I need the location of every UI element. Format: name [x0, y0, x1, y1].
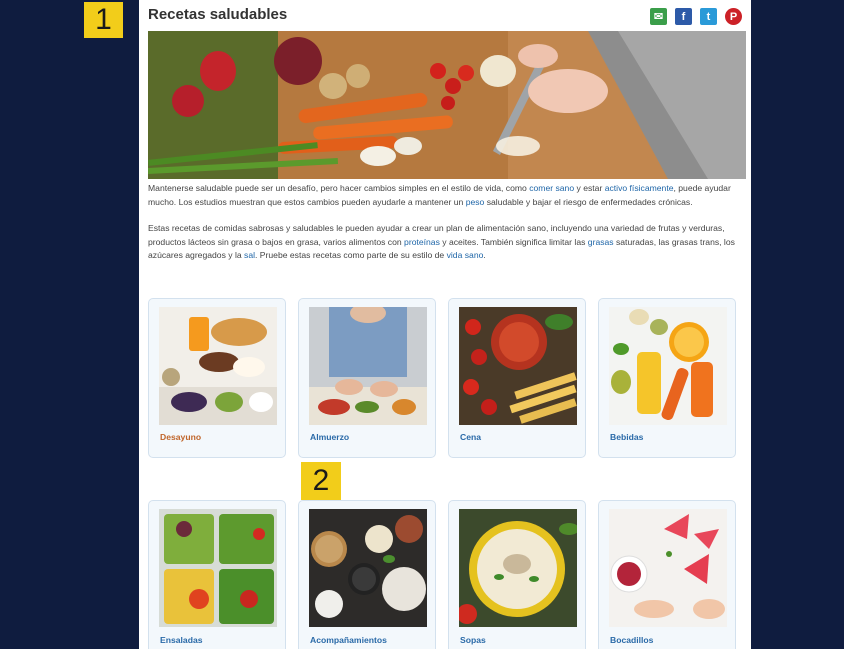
recipe-card-sopas[interactable]: Sopas [448, 500, 586, 649]
recipes-page: Recetas saludables ✉ f t P Mantenerse sa… [139, 0, 751, 649]
recipe-card-almuerzo[interactable]: Almuerzo [298, 298, 436, 458]
side-dishes-image [309, 509, 427, 627]
recipe-card-acompanamientos[interactable]: Acompañamientos [298, 500, 436, 649]
facebook-icon[interactable]: f [675, 8, 692, 25]
share-bar: ✉ f t P [650, 8, 742, 25]
recipe-card-bocadillos[interactable]: Bocadillos [598, 500, 736, 649]
recipe-card-ensaladas[interactable]: Ensaladas [148, 500, 286, 649]
card-label: Bocadillos [610, 635, 654, 645]
link-proteinas[interactable]: proteínas [404, 237, 440, 247]
card-label: Ensaladas [160, 635, 203, 645]
recipe-card-cena[interactable]: Cena [448, 298, 586, 458]
card-label: Almuerzo [310, 432, 350, 442]
salads-image [159, 509, 277, 627]
link-comer-sano[interactable]: comer sano [529, 183, 574, 193]
intro-paragraph-2: Estas recetas de comidas sabrosas y salu… [148, 222, 744, 263]
dinner-image [459, 307, 577, 425]
text-segment: saludable y bajar el riesgo de enfermeda… [484, 196, 693, 207]
lunch-image [309, 307, 427, 425]
recipe-card-bebidas[interactable]: Bebidas [598, 298, 736, 458]
link-vida-sano[interactable]: vida sano [447, 250, 484, 260]
recipe-card-desayuno[interactable]: Desayuno [148, 298, 286, 458]
hero-image-vegetables [148, 31, 746, 179]
card-label: Sopas [460, 635, 486, 645]
text-segment: . Pruebe estas recetas como parte de su … [255, 250, 447, 261]
email-icon[interactable]: ✉ [650, 8, 667, 25]
step-badge-2: 2 [301, 462, 341, 500]
breakfast-image [159, 307, 277, 425]
snacks-image [609, 509, 727, 627]
intro-text: Mantenerse saludable puede ser un desafí… [148, 182, 744, 276]
card-label: Bebidas [610, 432, 644, 442]
page-title: Recetas saludables [148, 6, 288, 23]
drinks-image [609, 307, 727, 425]
intro-paragraph-1: Mantenerse saludable puede ser un desafí… [148, 182, 744, 209]
link-activo-fisicamente[interactable]: activo físicamente [605, 183, 674, 193]
step-badge-1: 1 [84, 2, 123, 38]
link-sal[interactable]: sal [244, 250, 255, 260]
text-segment: y estar [574, 183, 605, 193]
text-segment: Mantenerse saludable puede ser un desafí… [148, 183, 530, 193]
link-peso[interactable]: peso [466, 197, 485, 207]
text-segment: . [483, 250, 486, 261]
page-header: Recetas saludables ✉ f t P [139, 0, 751, 30]
link-grasas[interactable]: grasas [588, 237, 614, 247]
card-label: Desayuno [160, 432, 202, 442]
text-segment: y aceites. También significa limitar las [439, 236, 588, 247]
soups-image [459, 509, 577, 627]
card-label: Acompañamientos [310, 635, 387, 645]
card-label: Cena [460, 432, 482, 442]
twitter-icon[interactable]: t [700, 8, 717, 25]
pinterest-icon[interactable]: P [725, 8, 742, 25]
